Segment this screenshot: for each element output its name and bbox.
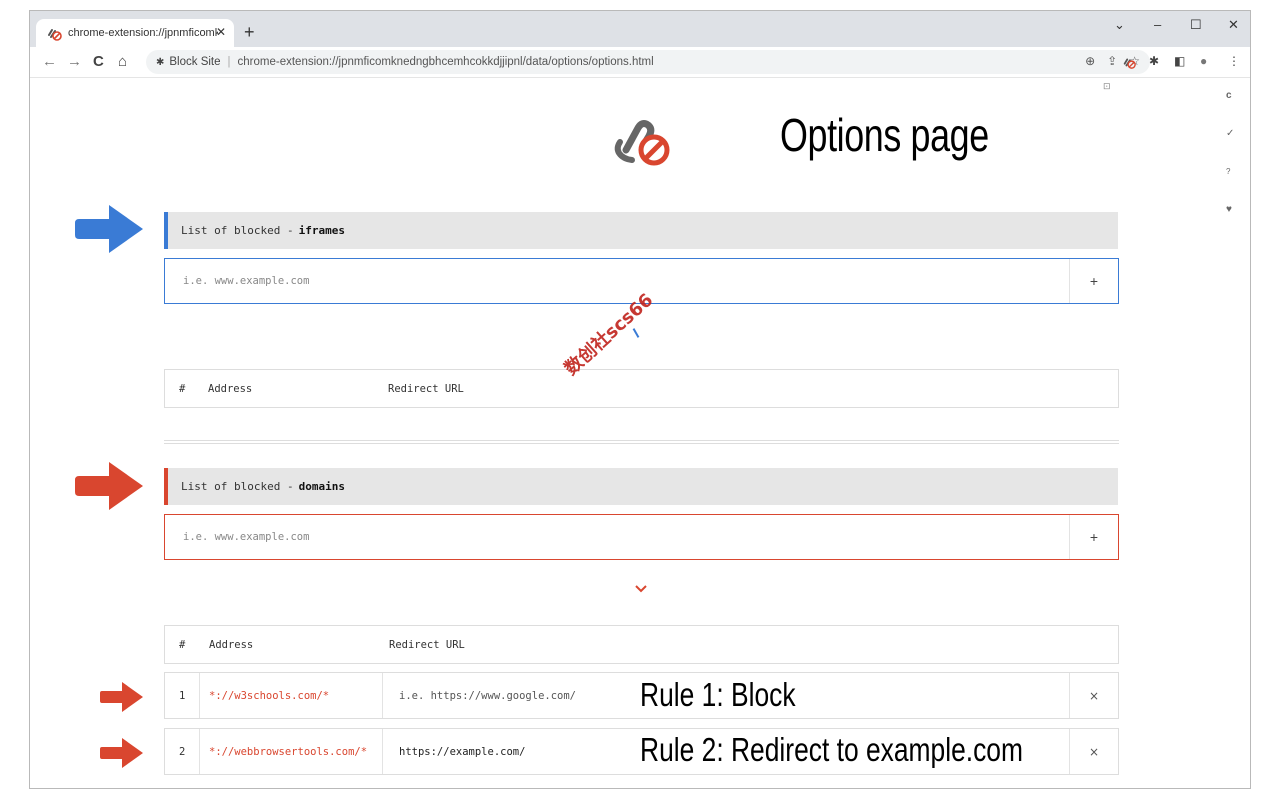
domains-section-header: List of blocked - domains (164, 468, 1118, 505)
iframes-address-input[interactable] (165, 258, 1069, 304)
domains-col-num: # (179, 639, 186, 651)
omnibox-separator: | (227, 56, 231, 68)
rule2-annotation: Rule 2: Redirect to example.com (640, 731, 1023, 768)
iframes-toggle-icon[interactable] (632, 328, 640, 338)
rule-number: 2 (179, 746, 186, 758)
delete-rule-button[interactable]: × (1069, 673, 1118, 718)
page-title: Options page (780, 109, 989, 161)
address-bar[interactable]: ✱ Block Site | chrome-extension://jpnmfi… (146, 50, 1150, 74)
chrome-menu-icon[interactable]: ⋮ (1228, 54, 1240, 68)
site-chip: Block Site (169, 56, 221, 68)
rule-number: 1 (179, 690, 186, 702)
domains-add-button[interactable]: + (1069, 515, 1118, 559)
back-icon[interactable]: ← (42, 53, 57, 70)
rule-address[interactable]: *://w3schools.com/* (209, 690, 329, 702)
rule1-annotation: Rule 1: Block (640, 676, 796, 713)
iframes-label-prefix: List of blocked - (181, 224, 294, 237)
domains-address-input[interactable] (165, 514, 1069, 560)
rule-redirect-input[interactable]: i.e. https://www.google.com/ (399, 690, 576, 702)
zoom-icon[interactable]: ⊕ (1085, 54, 1095, 68)
domains-label-strong: domains (298, 480, 345, 493)
new-tab-button[interactable]: + (244, 22, 255, 43)
delete-rule-button[interactable]: × (1069, 729, 1118, 774)
minimize-button[interactable]: – (1154, 17, 1161, 32)
tab-close-icon[interactable]: ✕ (216, 25, 226, 39)
reload-rules-icon[interactable]: c (1226, 90, 1232, 101)
domains-input-row: + (164, 514, 1119, 560)
forward-icon[interactable]: → (67, 53, 82, 70)
block-site-logo-icon (614, 120, 670, 166)
extension-icon: ✱ (156, 56, 165, 68)
extensions-puzzle-icon[interactable]: ✱ (1149, 54, 1159, 68)
iframes-section-header: List of blocked - iframes (164, 212, 1118, 249)
block-site-extension-icon[interactable] (1122, 55, 1136, 69)
tab-options[interactable]: chrome-extension://jpnmficomk ✕ (36, 19, 234, 47)
home-icon[interactable]: ⌂ (118, 53, 127, 70)
iframes-col-redirect: Redirect URL (388, 383, 464, 395)
window-restore-icon[interactable]: ⊡ (1103, 81, 1111, 92)
chevron-down-icon[interactable] (634, 584, 648, 594)
tab-title: chrome-extension://jpnmficomk (68, 27, 218, 39)
block-site-favicon-icon (48, 29, 62, 41)
options-page: ⊡ c ✓ ? ♥ Options page List of blocked -… (30, 78, 1250, 788)
domains-table-header: # Address Redirect URL (164, 625, 1119, 664)
close-window-button[interactable]: ✕ (1228, 17, 1239, 33)
iframes-add-button[interactable]: + (1069, 259, 1118, 303)
browser-toolbar: ← → C ⌂ ✱ Block Site | chrome-extension:… (30, 47, 1250, 78)
rule-redirect-input[interactable]: https://example.com/ (399, 746, 525, 758)
maximize-button[interactable]: ☐ (1190, 17, 1202, 33)
domains-col-redirect: Redirect URL (389, 639, 465, 651)
domains-col-address: Address (209, 639, 254, 651)
share-icon[interactable]: ⇪ (1107, 54, 1117, 68)
iframes-label-strong: iframes (298, 224, 345, 237)
check-icon[interactable]: ✓ (1226, 128, 1234, 139)
blue-arrow-icon (75, 205, 143, 253)
iframes-col-address: Address (208, 383, 253, 395)
heart-icon[interactable]: ♥ (1226, 204, 1232, 215)
red-arrow-icon (75, 462, 143, 510)
tab-search-icon[interactable]: ⌄ (1114, 17, 1125, 33)
help-icon[interactable]: ? (1226, 167, 1230, 176)
domains-label-prefix: List of blocked - (181, 480, 294, 493)
iframes-table-header: # Address Redirect URL (164, 369, 1119, 408)
small-red-arrow-icon (100, 738, 143, 768)
rule-address[interactable]: *://webbrowsertools.com/* (209, 746, 367, 758)
tab-strip: chrome-extension://jpnmficomk ✕ + ⌄ – ☐ … (30, 11, 1250, 47)
browser-window: chrome-extension://jpnmficomk ✕ + ⌄ – ☐ … (29, 10, 1251, 789)
reload-icon[interactable]: C (93, 53, 104, 70)
url-text: chrome-extension://jpnmficomknedngbhcemh… (237, 56, 654, 68)
small-red-arrow-icon (100, 682, 143, 712)
side-panel-icon[interactable]: ◧ (1174, 54, 1185, 68)
section-divider (164, 440, 1119, 444)
profile-avatar-icon[interactable]: ● (1200, 54, 1207, 68)
iframes-col-num: # (179, 383, 186, 395)
